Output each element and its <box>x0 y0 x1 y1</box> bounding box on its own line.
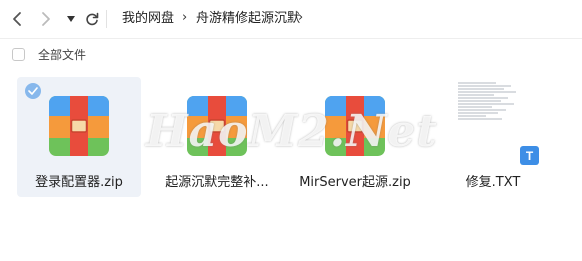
breadcrumb-separator-icon: › <box>298 10 304 25</box>
selected-check-badge[interactable] <box>25 83 41 99</box>
chevron-left-icon <box>13 12 21 26</box>
select-all-label: 全部文件 <box>38 48 87 62</box>
back-button[interactable] <box>7 9 27 29</box>
file-item[interactable]: 登录配置器.zip <box>17 77 141 197</box>
breadcrumb-current[interactable]: 舟游精修起源沉默 <box>196 11 300 27</box>
breadcrumb-separator-icon: › <box>182 10 188 25</box>
file-name: 修复.TXT <box>465 175 521 190</box>
toolbar: 我的网盘 › 舟游精修起源沉默 › <box>0 0 582 38</box>
chevron-right-icon <box>42 12 50 26</box>
refresh-button[interactable] <box>82 9 102 29</box>
select-all-checkbox[interactable] <box>12 48 25 61</box>
toolbar-divider <box>106 10 107 28</box>
file-name: MirServer起源.zip <box>299 175 411 190</box>
file-name: 登录配置器.zip <box>35 175 123 190</box>
zip-archive-icon <box>325 96 385 156</box>
toolbar-divider-line <box>0 38 582 39</box>
forward-button[interactable] <box>36 9 56 29</box>
breadcrumb-root[interactable]: 我的网盘 <box>122 11 174 27</box>
file-name: 起源沉默完整补... <box>165 175 269 190</box>
caret-down-icon <box>67 16 75 22</box>
file-item[interactable]: MirServer起源.zip <box>293 77 417 197</box>
zip-archive-icon <box>49 96 109 156</box>
zip-archive-icon <box>187 96 247 156</box>
file-item[interactable]: 起源沉默完整补... <box>155 77 279 197</box>
txt-file-type-badge: T <box>520 146 539 165</box>
checkmark-icon <box>28 87 38 95</box>
text-document-thumbnail-icon <box>456 81 524 125</box>
refresh-icon <box>86 12 99 26</box>
history-dropdown-button[interactable] <box>61 9 81 29</box>
